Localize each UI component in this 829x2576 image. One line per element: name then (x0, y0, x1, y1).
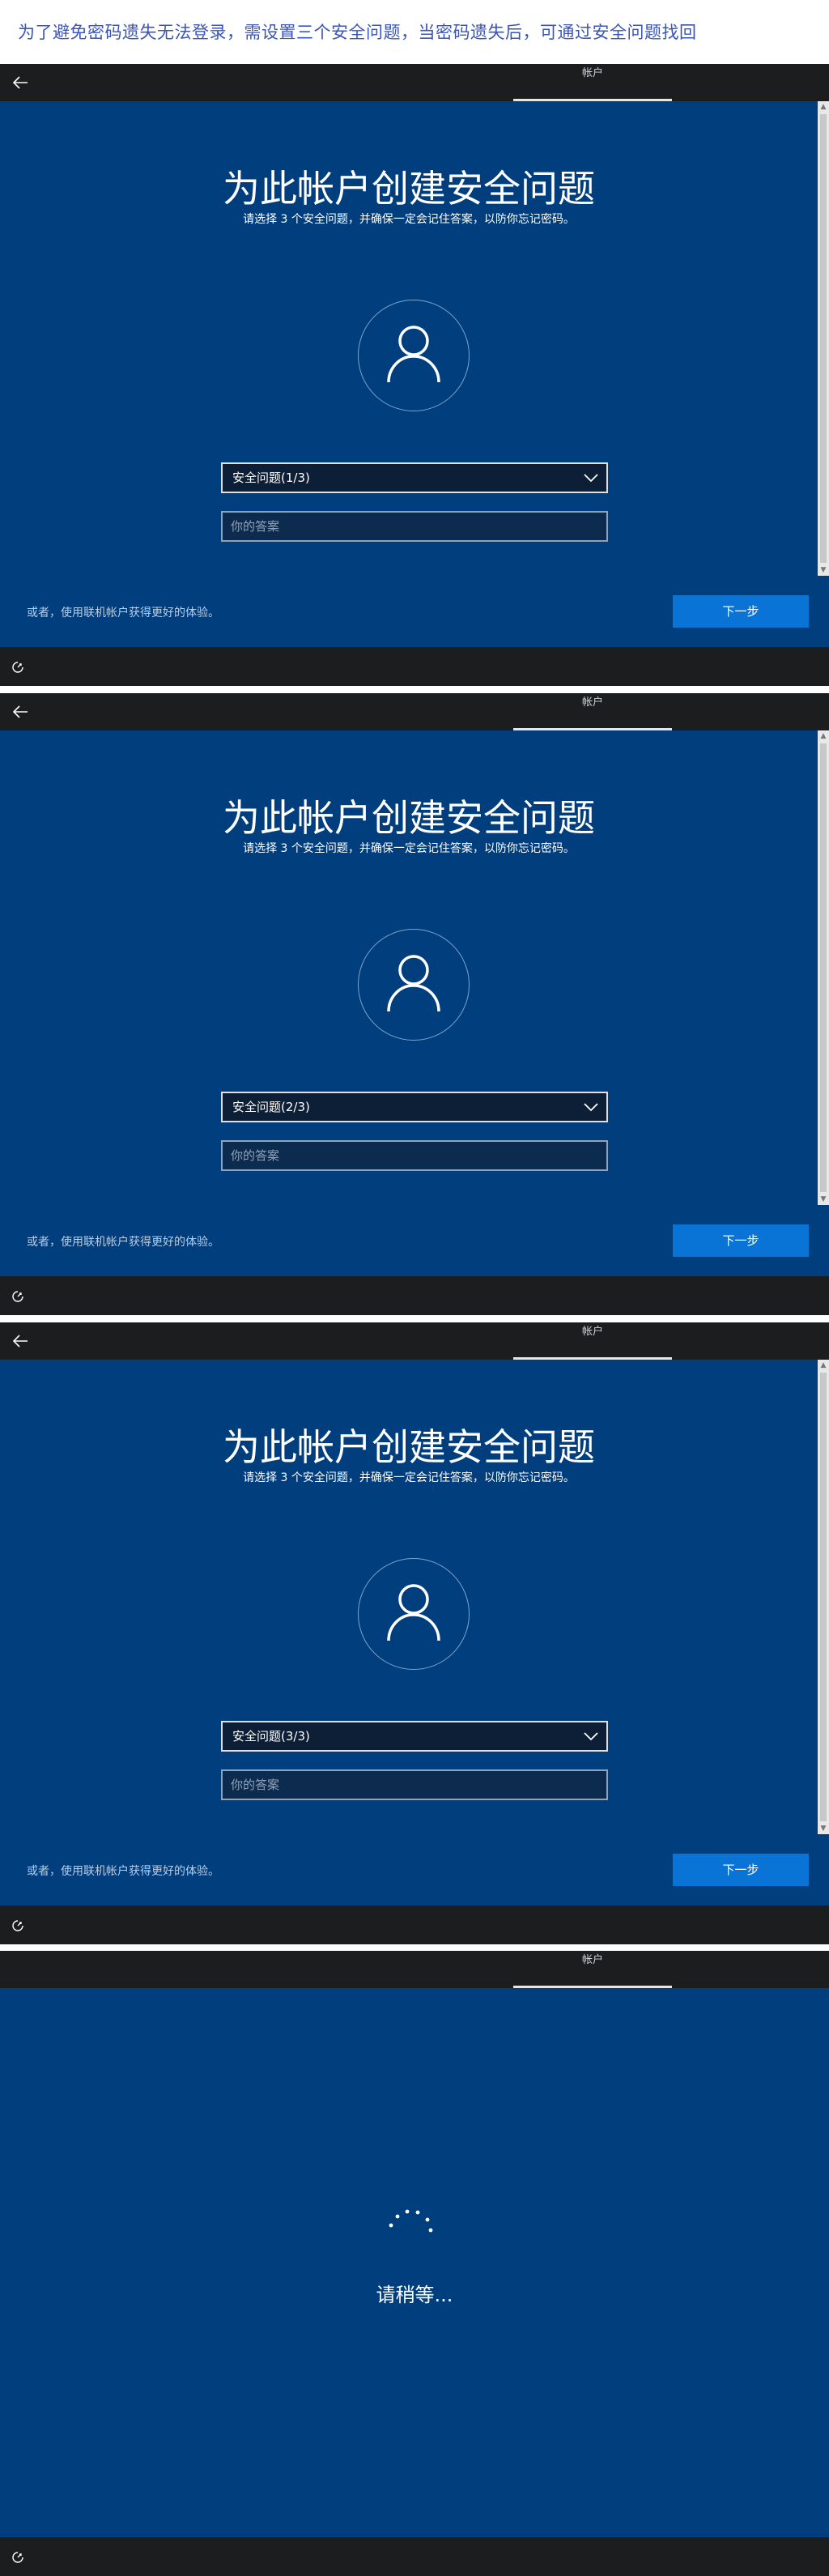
security-question-select[interactable]: 安全问题(3/3) (221, 1721, 608, 1752)
chevron-down-icon (584, 1732, 598, 1741)
answer-input[interactable]: 你的答案 (221, 1769, 608, 1800)
ease-of-access-icon[interactable] (11, 2551, 24, 2564)
bottom-bar (0, 2537, 829, 2576)
scroll-down-icon[interactable]: ▼ (818, 1823, 829, 1834)
tab-account: 帐户 (513, 1951, 672, 1988)
page-caption: 为了避免密码遗失无法登录，需设置三个安全问题，当密码遗失后，可通过安全问题找回 (18, 23, 697, 42)
bottom-bar (0, 1905, 829, 1944)
tab-underline (513, 1357, 672, 1360)
ease-of-access-icon[interactable] (11, 661, 24, 674)
ease-of-access-icon[interactable] (11, 1919, 24, 1932)
next-button[interactable]: 下一步 (673, 595, 809, 628)
tab-account: 帐户 (513, 1322, 672, 1360)
tab-underline (513, 1986, 672, 1988)
tab-account-label: 帐户 (581, 1954, 603, 1966)
scroll-thumb[interactable] (820, 743, 827, 1192)
top-bar: 帐户 (0, 1322, 829, 1360)
answer-placeholder: 你的答案 (231, 1148, 280, 1163)
user-avatar-icon (387, 326, 440, 383)
please-wait-text: 请稍等... (376, 2284, 453, 2306)
security-question-label: 安全问题(1/3) (232, 470, 310, 485)
page-subtitle: 请选择 3 个安全问题，并确保一定会记住答案，以防你忘记密码。 (243, 842, 575, 855)
security-question-select[interactable]: 安全问题(2/3) (221, 1092, 608, 1122)
online-account-link[interactable]: 或者，使用联机帐户获得更好的体验。 (27, 1233, 219, 1250)
oobe-screen-step-1: 帐户 ▲ ▼ 为此帐户创建安全问题 请选择 3 个安全问题，并确保一定会记住答案，… (0, 64, 829, 686)
back-arrow-icon[interactable] (11, 703, 29, 721)
online-account-link[interactable]: 或者，使用联机帐户获得更好的体验。 (27, 1863, 219, 1879)
back-arrow-icon[interactable] (11, 1332, 29, 1350)
avatar (358, 300, 470, 411)
page-subtitle: 请选择 3 个安全问题，并确保一定会记住答案，以防你忘记密码。 (243, 1471, 575, 1484)
tab-underline (513, 99, 672, 101)
answer-input[interactable]: 你的答案 (221, 511, 608, 542)
scroll-down-icon[interactable]: ▼ (818, 564, 829, 576)
scroll-up-icon[interactable]: ▲ (818, 101, 829, 113)
page-subtitle: 请选择 3 个安全问题，并确保一定会记住答案，以防你忘记密码。 (243, 213, 575, 226)
oobe-screen-step-2: 帐户 ▲ ▼ 为此帐户创建安全问题 请选择 3 个安全问题，并确保一定会记住答案，… (0, 693, 829, 1315)
page-title: 为此帐户创建安全问题 (223, 1425, 595, 1469)
next-button[interactable]: 下一步 (673, 1854, 809, 1886)
next-button[interactable]: 下一步 (673, 1224, 809, 1257)
answer-placeholder: 你的答案 (231, 1778, 280, 1792)
page-title: 为此帐户创建安全问题 (223, 167, 595, 211)
scroll-up-icon[interactable]: ▲ (818, 1360, 829, 1371)
tab-account: 帐户 (513, 693, 672, 730)
page-title: 为此帐户创建安全问题 (223, 796, 595, 840)
loading-dots-icon (389, 2209, 433, 2233)
oobe-screen-please-wait: 帐户 请稍等... (0, 1951, 829, 2576)
tab-account-label: 帐户 (581, 67, 603, 79)
security-question-label: 安全问题(2/3) (232, 1100, 310, 1114)
tab-account-label: 帐户 (581, 1326, 603, 1338)
tab-underline (513, 728, 672, 730)
scroll-thumb[interactable] (820, 114, 827, 563)
user-avatar-icon (387, 1584, 440, 1641)
avatar (358, 1558, 470, 1670)
scroll-down-icon[interactable]: ▼ (818, 1194, 829, 1205)
security-question-select[interactable]: 安全问题(1/3) (221, 462, 608, 493)
security-question-label: 安全问题(3/3) (232, 1729, 310, 1744)
chevron-down-icon (584, 1103, 598, 1112)
scroll-up-icon[interactable]: ▲ (818, 730, 829, 742)
online-account-link[interactable]: 或者，使用联机帐户获得更好的体验。 (27, 604, 219, 620)
bottom-bar (0, 647, 829, 686)
scrollbar[interactable]: ▲ ▼ (818, 730, 829, 1205)
tab-account-label: 帐户 (581, 696, 603, 709)
answer-placeholder: 你的答案 (231, 519, 280, 534)
bottom-bar (0, 1276, 829, 1315)
scrollbar[interactable]: ▲ ▼ (818, 101, 829, 576)
scrollbar[interactable]: ▲ ▼ (818, 1360, 829, 1834)
scroll-thumb[interactable] (820, 1373, 827, 1821)
chevron-down-icon (584, 474, 598, 483)
ease-of-access-icon[interactable] (11, 1290, 24, 1303)
oobe-screen-step-3: 帐户 ▲ ▼ 为此帐户创建安全问题 请选择 3 个安全问题，并确保一定会记住答案，… (0, 1322, 829, 1944)
avatar (358, 929, 470, 1041)
top-bar: 帐户 (0, 64, 829, 101)
answer-input[interactable]: 你的答案 (221, 1140, 608, 1171)
tab-account: 帐户 (513, 64, 672, 101)
top-bar: 帐户 (0, 1951, 829, 1988)
top-bar: 帐户 (0, 693, 829, 730)
back-arrow-icon[interactable] (11, 74, 29, 92)
user-avatar-icon (387, 955, 440, 1012)
